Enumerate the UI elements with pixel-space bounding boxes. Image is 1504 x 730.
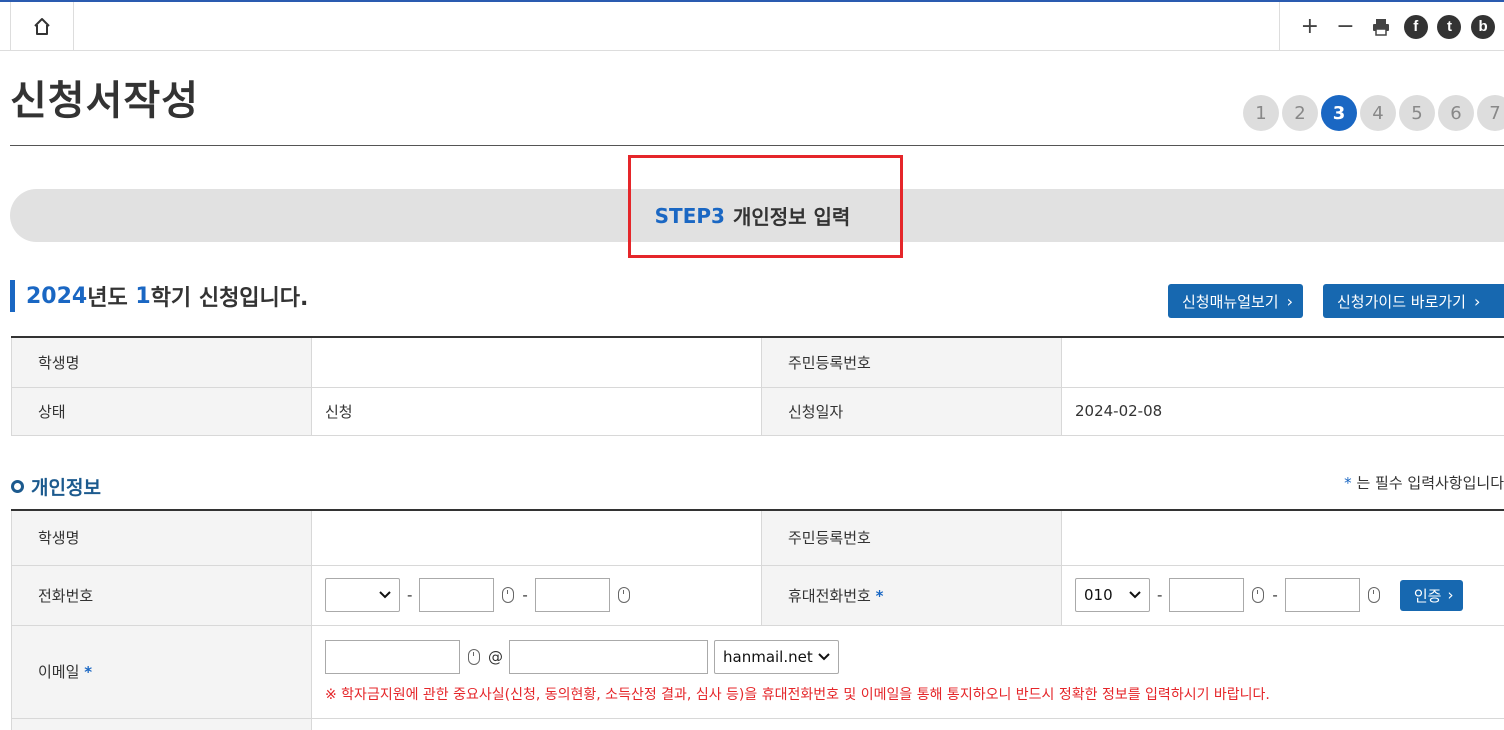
home-icon [34,17,50,35]
chevron-right-icon: › [1286,291,1294,311]
print-button[interactable] [1368,14,1394,40]
mobile-prefix-select[interactable]: 010 [1075,578,1150,612]
dash-separator: - [407,586,413,604]
zoom-out-button[interactable]: − [1332,14,1358,40]
next-row-label [11,717,312,730]
summary-apply-date-label: 신청일자 [761,386,1062,436]
page-title: 신청서작성 [10,78,199,124]
step-6: 6 [1438,95,1474,131]
email-domain-value: hanmail.net [723,647,813,666]
table-row: 상태 신청 신청일자 2024-02-08 [11,386,1504,436]
toolbar-tools: + − f t b [1279,2,1504,51]
email-cell: @ hanmail.net ※ 학자금지원에 관한 중요사실(신청, 동의현황,… [311,624,1504,719]
email-label-cell: 이메일 * [11,624,312,719]
semester-heading: 2024 년도 1 학기 신청입니다. [10,280,308,312]
twitter-icon[interactable]: t [1437,14,1462,39]
rrn-value [1061,509,1504,566]
step-4: 4 [1360,95,1396,131]
mobile-last-input[interactable] [1284,578,1360,612]
mobile-middle-input[interactable] [1169,578,1245,612]
circle-bullet-icon [11,480,24,493]
required-note-text: 는 필수 입력사항입니다 [1356,474,1504,492]
semester-term-suffix: 학기 신청입니다. [150,286,309,311]
mobile-prefix-value: 010 [1084,586,1113,604]
dash-separator: - [522,586,528,604]
personal-info-heading: 개인정보 [11,473,101,500]
title-divider [10,145,1504,146]
manual-button[interactable]: 신청매뉴얼보기 › [1168,284,1304,318]
email-notice: ※ 학자금지원에 관한 중요사실(신청, 동의현황, 소득산정 결과, 심사 등… [325,686,1270,703]
table-row [11,717,1504,730]
printer-icon [1373,18,1390,36]
summary-apply-date-value: 2024-02-08 [1061,386,1504,436]
virtual-keyboard-icon[interactable] [1367,587,1380,603]
student-name-value [311,509,762,566]
summary-rrn-value [1061,336,1504,388]
auth-button-label: 인증 [1413,586,1442,605]
email-domain-select[interactable]: hanmail.net [714,639,839,674]
phone-middle-input[interactable] [419,578,495,612]
semester-year: 2024 [26,283,88,309]
chevron-down-icon [818,652,830,660]
step-5: 5 [1399,95,1435,131]
rrn-label: 주민등록번호 [761,509,1062,566]
step-indicator: 1 2 3 4 5 6 7 [1243,95,1504,131]
required-star: * [84,663,93,681]
phone-label: 전화번호 [11,564,312,626]
dash-separator: - [1157,586,1163,604]
table-row: 학생명 주민등록번호 [11,336,1504,388]
phone-area-select[interactable] [325,578,400,612]
required-star: * [875,586,884,605]
step-1: 1 [1243,95,1279,131]
blog-icon[interactable]: b [1471,14,1496,39]
guide-button[interactable]: 신청가이드 바로가기 › [1323,284,1504,318]
email-id-input[interactable] [325,639,460,674]
chevron-right-icon: › [1473,291,1481,311]
summary-student-name-value [311,336,762,388]
email-at-sign: @ [488,647,503,666]
table-row: 전화번호 - - 휴대전화번호 * 010 - - 인증 › [11,564,1504,626]
chevron-right-icon: › [1447,586,1454,604]
chevron-down-icon [379,591,391,599]
virtual-keyboard-icon[interactable] [502,587,515,603]
step-7: 7 [1477,95,1504,131]
zoom-in-button[interactable]: + [1297,14,1323,40]
summary-student-name-label: 학생명 [11,336,312,388]
summary-status-label: 상태 [11,386,312,436]
personal-info-table: 학생명 주민등록번호 전화번호 - - 휴대전화번호 * 010 - - 인증 … [11,509,1504,730]
semester-year-suffix: 년도 [87,286,136,311]
personal-info-title: 개인정보 [31,477,101,499]
auth-button[interactable]: 인증 › [1399,579,1464,611]
dash-separator: - [1272,586,1278,604]
virtual-keyboard-icon[interactable] [617,587,630,603]
email-label: 이메일 [38,663,80,681]
home-button[interactable] [10,2,74,51]
next-row-value [311,717,1504,730]
semester-term: 1 [135,283,151,309]
required-note: * 는 필수 입력사항입니다 [1344,472,1504,493]
mobile-label: 휴대전화번호 [788,586,871,605]
summary-rrn-label: 주민등록번호 [761,336,1062,388]
table-row: 이메일 * @ hanmail.net ※ 학자금지원에 관한 중요사실(신청,… [11,624,1504,719]
summary-status-value: 신청 [311,386,762,436]
mobile-label-cell: 휴대전화번호 * [761,564,1062,626]
manual-button-label: 신청매뉴얼보기 [1182,292,1279,311]
chevron-down-icon [1129,591,1141,599]
top-toolbar: + − f t b [0,0,1504,51]
mobile-cell: 010 - - 인증 › [1061,564,1504,626]
virtual-keyboard-icon[interactable] [1252,587,1265,603]
email-domain-input[interactable] [509,639,708,674]
phone-last-input[interactable] [534,578,610,612]
required-star: * [1344,474,1352,492]
facebook-icon[interactable]: f [1403,14,1428,39]
virtual-keyboard-icon[interactable] [468,648,480,665]
highlight-box [628,155,903,258]
summary-table: 학생명 주민등록번호 상태 신청 신청일자 2024-02-08 [11,336,1504,436]
step-3-current: 3 [1321,95,1357,131]
step-2: 2 [1282,95,1318,131]
table-row: 학생명 주민등록번호 [11,509,1504,566]
student-name-label: 학생명 [11,509,312,566]
phone-cell: - - [311,564,762,626]
guide-button-label: 신청가이드 바로가기 [1337,292,1466,311]
